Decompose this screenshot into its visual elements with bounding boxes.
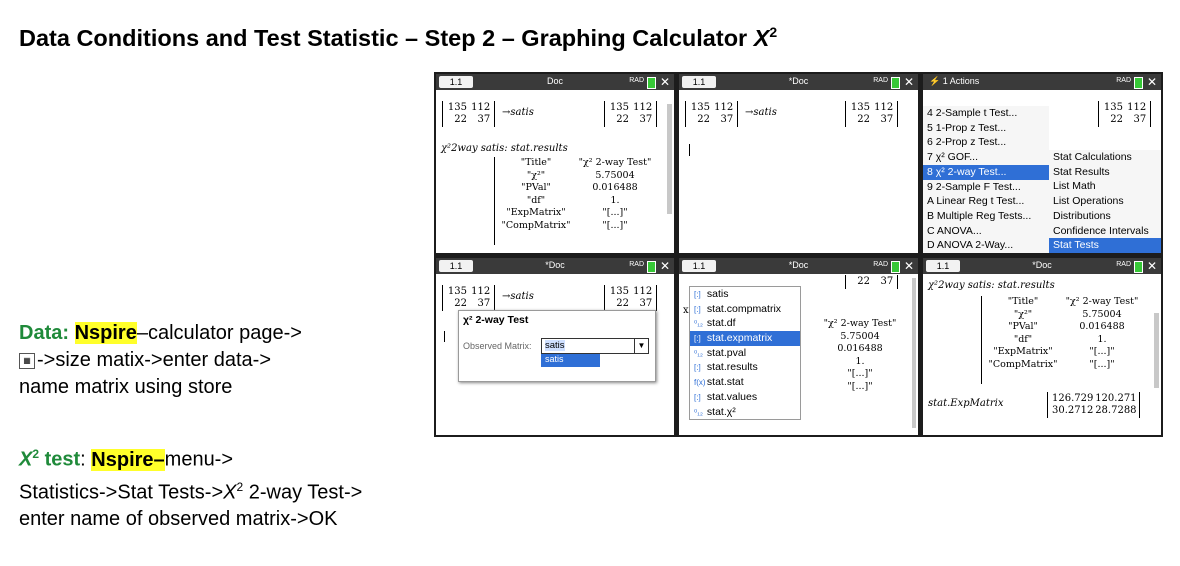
variable-item[interactable]: f(x) stat.stat (690, 375, 800, 390)
close-icon[interactable]: ✕ (660, 75, 670, 89)
submenu-item[interactable]: Distributions (1049, 209, 1161, 224)
matrix-output: 135 112 22 37 (604, 101, 658, 127)
battery-icon (647, 261, 656, 273)
menu-item[interactable]: A Linear Reg t Test... (923, 194, 1049, 209)
observed-matrix-field[interactable]: satis ▼ (541, 338, 649, 354)
exp-matrix-output: 126.729 120.271 30.2712 28.7288 (1047, 392, 1141, 418)
variable-item[interactable]: ⁰₁₂ stat.χ² (690, 405, 800, 420)
stat-tests-menu: 4 2-Sample t Test... 5 1-Prop z Test... … (923, 106, 1049, 253)
menu-item[interactable]: 5 1-Prop z Test... (923, 121, 1049, 136)
matrix-template-icon: ▦ (19, 352, 35, 369)
menu-item[interactable]: 9 2-Sample F Test... (923, 180, 1049, 195)
variable-item-selected[interactable]: [:] stat.expmatrix (690, 331, 800, 346)
submenu-item[interactable]: List Operations (1049, 194, 1161, 209)
menu-item[interactable]: 7 χ² GOF... (923, 150, 1049, 165)
test-instructions: X2 test: Nspire–menu-> Statistics->Stat … (19, 447, 363, 531)
close-icon[interactable]: ✕ (904, 259, 914, 273)
results-keys: "Title" "χ²" "PVal" "df" "ExpMatrix" "CompMat… (501, 157, 571, 231)
page-title: Data Conditions and Test Statistic – Ste… (19, 24, 778, 51)
screen-actions-menu: ⚡ 1 Actions RAD ✕ 135 112 22 37 4 2-Sample … (923, 74, 1161, 253)
statistics-submenu: Stat Calculations Stat Results List Math… (1049, 150, 1161, 253)
close-icon[interactable]: ✕ (1147, 75, 1157, 89)
menu-item[interactable]: 6 2-Prop z Test... (923, 135, 1049, 150)
exp-matrix-command: stat.ExpMatrix (928, 398, 1004, 409)
screen-exp-matrix: 1.1 *Doc RAD ✕ χ²2way satis: stat.results "… (923, 258, 1161, 435)
variable-item[interactable]: [:] stat.results (690, 360, 800, 375)
command-line: χ²2way satis: stat.results (928, 280, 1055, 291)
results-values: "χ² 2-way Test" 5.75004 0.016488 1. "[...]" "… (578, 157, 652, 231)
menu-item-selected[interactable]: 8 χ² 2-way Test... (923, 164, 1049, 180)
scrollbar[interactable] (1154, 313, 1159, 388)
submenu-item[interactable]: Stat Calculations (1049, 150, 1161, 165)
variable-item[interactable]: [:] stat.compmatrix (690, 302, 800, 317)
chevron-down-icon[interactable]: ▼ (634, 339, 648, 353)
data-instructions: Data: Nspire–calculator page-> ▦ ->size m… (19, 322, 302, 398)
variable-item[interactable]: ⁰₁₂ stat.pval (690, 346, 800, 361)
text-cursor (689, 144, 690, 156)
battery-icon (647, 77, 656, 89)
scrollbar[interactable] (912, 278, 916, 428)
close-icon[interactable]: ✕ (660, 259, 670, 273)
menu-item[interactable]: D ANOVA 2-Way... (923, 238, 1049, 253)
submenu-item[interactable]: List Math (1049, 179, 1161, 194)
menu-item[interactable]: B Multiple Reg Tests... (923, 209, 1049, 224)
battery-icon (1134, 77, 1143, 89)
battery-icon (891, 261, 900, 273)
text-cursor (444, 331, 445, 342)
screen-var-list: 1.1 *Doc RAD ✕ 22 37 "χ² 2-way Test" 5.7500… (679, 258, 918, 435)
variable-item[interactable]: [:] stat.values (690, 390, 800, 405)
matrix-entry: 135 112 22 37 (442, 101, 496, 127)
screen-matrix: 1.1 *Doc RAD ✕ 135 112 22 37 →satis 135 112 2… (679, 74, 918, 253)
menu-item[interactable]: 4 2-Sample t Test... (923, 106, 1049, 121)
submenu-item-selected[interactable]: Stat Tests (1049, 238, 1161, 253)
dropdown-option[interactable]: satis (541, 354, 600, 367)
close-icon[interactable]: ✕ (1147, 259, 1157, 273)
command-line: χ²2way satis: stat.results (441, 143, 568, 154)
dialog-title: χ² 2-way Test (463, 314, 529, 326)
submenu-item[interactable]: Stat Results (1049, 165, 1161, 180)
battery-icon (891, 77, 900, 89)
variable-item[interactable]: [:] satis (690, 287, 800, 302)
screen-dialog: 1.1 *Doc RAD ✕ 135 112 22 37 →satis 135 112 2… (436, 258, 674, 435)
battery-icon (1134, 261, 1143, 273)
observed-matrix-label: Observed Matrix: (463, 341, 532, 351)
chi2-2way-dialog: χ² 2-way Test Observed Matrix: satis ▼ s… (458, 310, 656, 382)
submenu-item[interactable]: Confidence Intervals (1049, 224, 1161, 239)
variable-item[interactable]: ⁰₁₂ stat.df (690, 316, 800, 331)
close-icon[interactable]: ✕ (904, 75, 914, 89)
screen-results: 1.1 Doc RAD ✕ 135 112 22 37 →satis 135 112 22… (436, 74, 674, 253)
calculator-screenshots: 1.1 Doc RAD ✕ 135 112 22 37 →satis 135 112 22… (434, 72, 1163, 437)
scrollbar[interactable] (667, 104, 672, 214)
variable-list: [:] satis [:] stat.compmatrix ⁰₁₂ stat.d… (689, 286, 801, 421)
menu-item[interactable]: C ANOVA... (923, 224, 1049, 239)
